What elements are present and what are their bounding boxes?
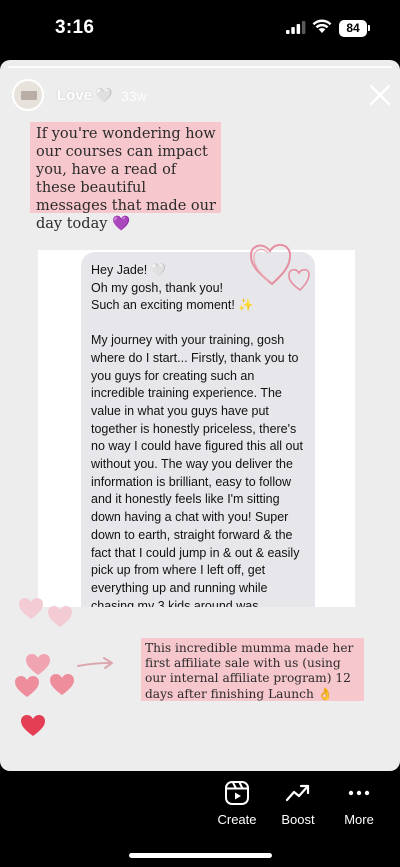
avatar[interactable] [12, 79, 44, 111]
trend-icon [285, 784, 310, 802]
message-bubble: Hey Jade! 🤍 Oh my gosh, thank you! Such … [81, 252, 315, 607]
create-button[interactable]: Create [202, 775, 272, 827]
status-time: 3:16 [55, 17, 95, 38]
boost-label: Boost [281, 812, 315, 827]
avatar-image [21, 91, 37, 100]
wifi-icon [312, 19, 332, 33]
more-button[interactable]: More [324, 775, 394, 827]
story-username[interactable]: Love [57, 87, 92, 104]
outline-hearts-sticker [249, 243, 310, 292]
story-timestamp: 33w [121, 88, 147, 104]
message-body: My journey with your training, gosh wher… [91, 333, 303, 607]
red-heart-icon [21, 715, 45, 736]
story-card[interactable]: Love 🤍 33w If you're wondering how our c… [0, 60, 400, 771]
battery-indicator: 84 [339, 20, 367, 37]
status-bar: 3:16 84 [0, 0, 400, 56]
battery-tip [368, 25, 370, 31]
pale-heart-icon [48, 606, 72, 627]
intro-note: If you're wondering how our courses can … [30, 122, 221, 232]
reels-icon [225, 781, 249, 805]
more-icon [348, 790, 370, 796]
story-action-bar: Create Boost More [0, 775, 400, 835]
cellular-signal-icon [286, 21, 306, 34]
boost-button[interactable]: Boost [263, 775, 333, 827]
home-indicator[interactable] [129, 853, 272, 858]
more-label: More [344, 812, 374, 827]
pink-heart-icon [15, 676, 39, 697]
white-heart-icon: 🤍 [95, 87, 113, 103]
story-progress-bar [8, 66, 392, 68]
pink-heart-icon [26, 654, 50, 675]
create-label: Create [217, 812, 257, 827]
pink-heart-icon [50, 674, 74, 695]
caption-note: This incredible mumma made her first aff… [141, 638, 364, 701]
close-button[interactable] [367, 82, 393, 108]
pale-heart-icon [19, 598, 43, 619]
arrow-right-icon [77, 657, 113, 669]
